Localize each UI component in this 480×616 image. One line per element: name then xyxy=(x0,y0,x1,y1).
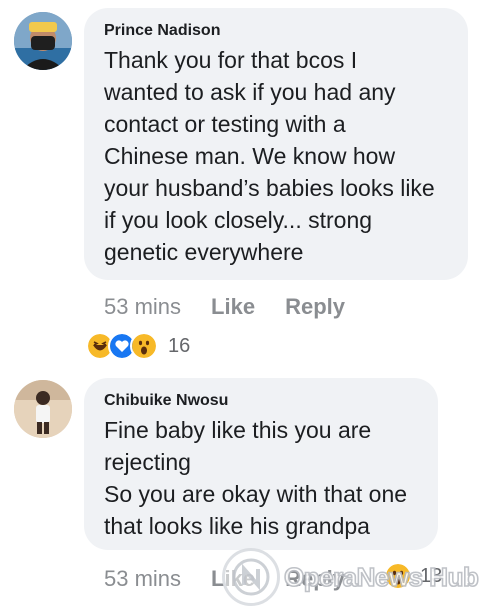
comment-bubble: Chibuike Nwosu Fine baby like this you a… xyxy=(84,378,438,550)
watermark-text: OperaNews Hub xyxy=(283,561,479,593)
comment-time: 53 mins xyxy=(104,294,182,319)
avatar[interactable] xyxy=(14,12,72,70)
like-button[interactable]: Like xyxy=(211,294,255,320)
comment-line: if you look closely... strong xyxy=(104,207,373,233)
comment-line: wanted to ask if you had any xyxy=(104,79,396,105)
opera-news-logo-icon xyxy=(222,548,280,606)
comment-line: Fine baby like this you are xyxy=(104,417,372,443)
reaction-summary[interactable]: 16 xyxy=(86,332,190,360)
comment-bubble: Prince Nadison Thank you for that bcos I… xyxy=(84,8,468,280)
opera-news-watermark: OperaNews Hub xyxy=(222,548,480,606)
comment-line: your husband’s babies looks like xyxy=(104,175,435,201)
comment-text: Fine baby like this you are rejecting So… xyxy=(104,414,438,542)
avatar-photo-icon xyxy=(14,380,72,438)
comment-line: Chinese man. We know how xyxy=(104,143,396,169)
comment-text: Thank you for that bcos I wanted to ask … xyxy=(104,44,468,268)
comment-line: contact or testing with a xyxy=(104,111,346,137)
avatar[interactable] xyxy=(14,380,72,438)
comment-time: 53 mins xyxy=(104,566,182,591)
comment-line: Thank you for that bcos I xyxy=(104,47,358,73)
comment-meta: 53 mins Like Reply xyxy=(104,294,345,320)
avatar-photo-icon xyxy=(14,12,72,70)
wow-icon xyxy=(130,332,158,360)
comment-author[interactable]: Prince Nadison xyxy=(104,22,468,40)
comment-line: rejecting xyxy=(104,449,191,475)
comment-line: that looks like his grandpa xyxy=(104,513,370,539)
reaction-count: 16 xyxy=(168,334,191,357)
comment-author[interactable]: Chibuike Nwosu xyxy=(104,392,438,410)
comment-line: genetic everywhere xyxy=(104,239,304,265)
reply-button[interactable]: Reply xyxy=(285,294,345,320)
comment-line: So you are okay with that one xyxy=(104,481,408,507)
